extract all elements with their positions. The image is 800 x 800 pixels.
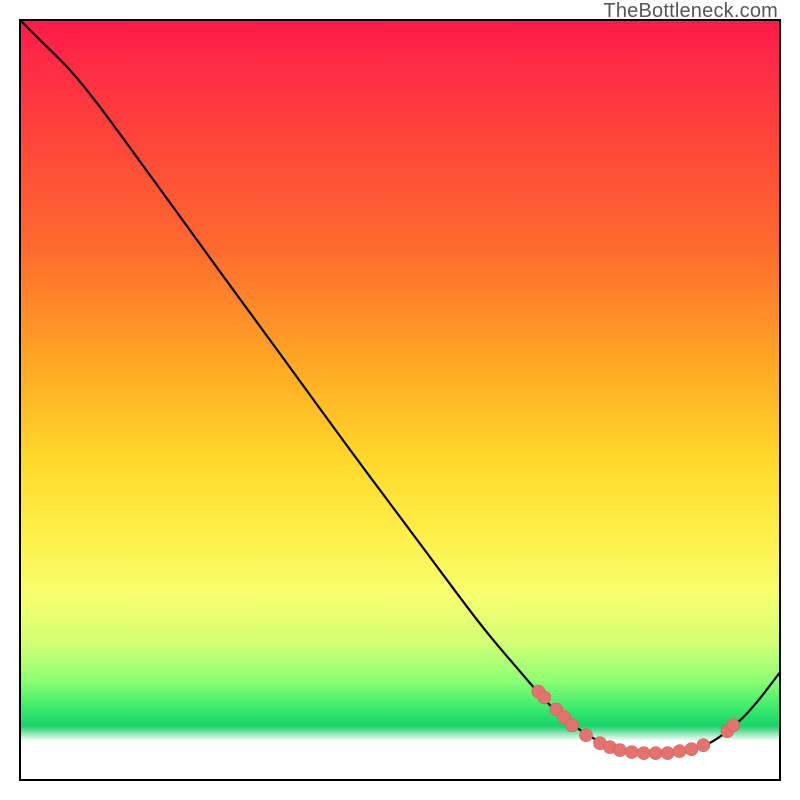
data-marker [697, 739, 710, 752]
plot-area [19, 19, 781, 781]
data-marker [580, 729, 593, 742]
data-marker [613, 744, 626, 757]
chart-frame: TheBottleneck.com [0, 0, 800, 800]
data-marker [538, 691, 551, 704]
data-marker [649, 747, 662, 760]
chart-svg [21, 21, 779, 779]
data-marker [625, 746, 638, 759]
data-marker [661, 747, 674, 760]
data-marker [673, 745, 686, 758]
marker-dots [532, 685, 740, 760]
data-marker [727, 719, 740, 732]
data-marker [637, 747, 650, 760]
data-marker [685, 743, 698, 756]
bottleneck-curve [21, 21, 779, 754]
data-marker [566, 719, 579, 732]
